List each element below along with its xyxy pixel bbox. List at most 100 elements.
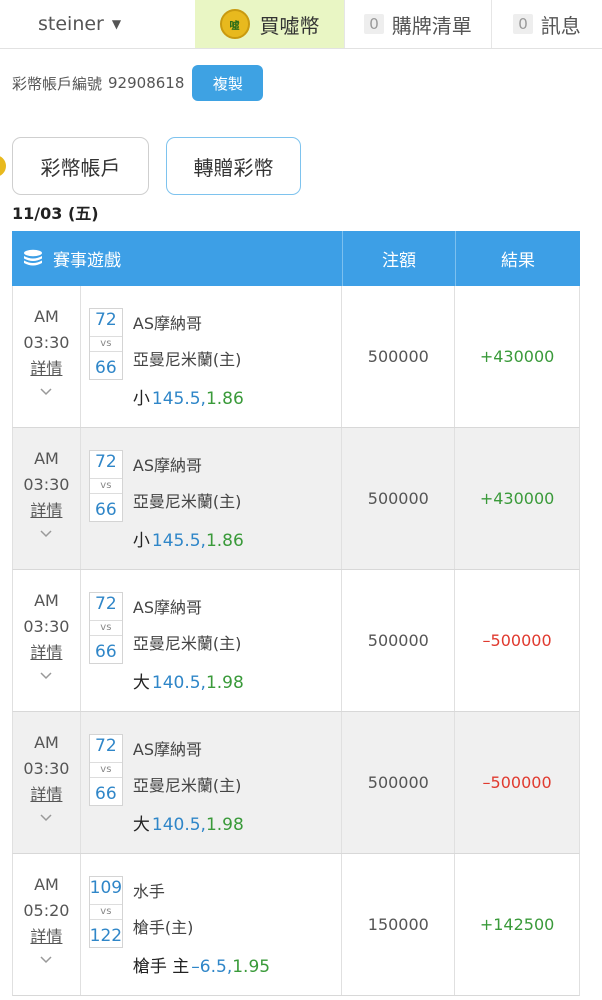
- time-ampm: AM: [34, 307, 59, 326]
- bet-selection: 大 140.5,1.98: [133, 668, 244, 693]
- cart-tab[interactable]: 0 購牌清單: [344, 0, 491, 48]
- copy-button[interactable]: 複製: [192, 65, 264, 101]
- messages-tab[interactable]: 0 訊息: [491, 0, 602, 48]
- match-cell: 72 vs 66 AS摩納哥亞曼尼米蘭(主) 小 145.5,1.86: [81, 286, 342, 427]
- detail-link[interactable]: 詳情: [30, 640, 62, 666]
- result-cell: –500000: [454, 570, 579, 711]
- table-row: AM 03:30 詳情 72 vs 66 AS摩納哥 亞曼尼米蘭(主) 大 140.5,1.98 5…: [12, 570, 580, 712]
- team-away: AS摩納哥: [132, 314, 202, 333]
- time-ampm: AM: [34, 591, 59, 610]
- team-home: 亞曼尼米蘭(主): [132, 776, 242, 795]
- time-value: 03:30: [23, 333, 70, 352]
- score-box: 72 vs 66: [88, 734, 123, 806]
- team-home: 亞曼尼米蘭(主): [132, 492, 242, 511]
- chevron-down-icon[interactable]: [40, 386, 52, 398]
- user-menu[interactable]: steiner ▼: [0, 0, 195, 48]
- team-home: 亞曼尼米蘭(主): [132, 350, 242, 369]
- result-cell: –500000: [454, 712, 579, 853]
- table-row: AM 03:30 詳情 72 vs 66 AS摩納哥亞曼尼米蘭(主) 小 145.5,1.86 5…: [12, 286, 580, 428]
- bet-pick: 小: [132, 389, 150, 409]
- account-number-label: 彩幣帳戶編號: [12, 74, 103, 93]
- score-box: 72 vs 66: [88, 308, 123, 380]
- detail-link[interactable]: 詳情: [30, 924, 62, 950]
- chevron-down-icon[interactable]: [40, 670, 52, 682]
- score-home: 66: [95, 358, 117, 378]
- time-cell: AM 03:30 詳情: [13, 286, 81, 427]
- stake-cell: 500000: [341, 570, 454, 711]
- bet-selection: 大 140.5,1.98: [133, 810, 244, 835]
- team-away: AS摩納哥: [132, 456, 202, 475]
- match-cell: 72 vs 66 AS摩納哥 亞曼尼米蘭(主) 大 140.5,1.98: [81, 712, 342, 853]
- team-away: 水手: [132, 882, 165, 901]
- time-ampm: AM: [34, 449, 59, 468]
- match-cell: 72 vs 66 AS摩納哥 亞曼尼米蘭(主) 小 145.5,1.86: [81, 428, 342, 569]
- chevron-down-icon[interactable]: [40, 812, 52, 824]
- buy-coins-label: 買噓幣: [259, 13, 320, 38]
- match-cell: 72 vs 66 AS摩納哥 亞曼尼米蘭(主) 大 140.5,1.98: [81, 570, 342, 711]
- team-away: AS摩納哥: [132, 598, 202, 617]
- bet-line: 140.5,: [151, 673, 206, 693]
- time-value: 05:20: [23, 901, 70, 920]
- vs-label: vs: [89, 336, 122, 352]
- bet-pick: 槍手 主: [132, 957, 190, 977]
- score-away: 72: [95, 736, 117, 756]
- coin-account-button[interactable]: 彩幣帳戶: [12, 137, 149, 195]
- bet-pick: 大: [132, 815, 150, 835]
- date-heading: 11/03 (五): [12, 204, 99, 223]
- bet-line: 145.5,: [151, 531, 206, 551]
- caret-down-icon: ▼: [111, 17, 122, 31]
- buy-coins-tab[interactable]: 噓 買噓幣: [195, 0, 344, 48]
- detail-link[interactable]: 詳情: [30, 498, 62, 524]
- coin-decoration-icon: [0, 155, 6, 177]
- top-nav: steiner ▼ 噓 買噓幣 0 購牌清單 0 訊息: [0, 0, 602, 49]
- match-cell: 109 vs 122 水手槍手(主) 槍手 主 –6.5,1.95: [81, 854, 342, 995]
- account-number: 92908618: [108, 74, 185, 92]
- stake-cell: 500000: [341, 712, 454, 853]
- chevron-down-icon[interactable]: [40, 528, 52, 540]
- team-home: 亞曼尼米蘭(主): [132, 634, 242, 653]
- messages-count-badge: 0: [513, 14, 533, 34]
- time-cell: AM 05:20 詳情: [13, 854, 81, 995]
- table-header: 賽事遊戲 注額 結果: [12, 231, 580, 286]
- team-home: 槍手(主): [132, 918, 194, 937]
- bet-odds: 1.98: [205, 673, 244, 693]
- time-cell: AM 03:30 詳情: [13, 570, 81, 711]
- table-row: AM 03:30 詳情 72 vs 66 AS摩納哥 亞曼尼米蘭(主) 小 145.5,1.86 5…: [12, 428, 580, 570]
- bet-pick: 大: [132, 673, 150, 693]
- time-ampm: AM: [34, 875, 59, 894]
- table-body: AM 03:30 詳情 72 vs 66 AS摩納哥 亞曼尼米蘭(主) 小 145.5,1.86 5…: [12, 286, 580, 996]
- table-row: AM 03:30 詳情 72 vs 66 AS摩納哥 亞曼尼米蘭(主) 大 140.5,1.98 5…: [12, 712, 580, 854]
- score-box: 109 vs 122: [88, 876, 123, 948]
- header-stake: 注額: [342, 231, 455, 286]
- stake-cell: 500000: [341, 286, 454, 427]
- chevron-down-icon[interactable]: [40, 954, 52, 966]
- table-row: AM 05:20 詳情 109 vs 122 水手槍手(主) 槍手 主 –6.5,1.95 150…: [12, 854, 580, 996]
- time-cell: AM 03:30 詳情: [13, 712, 81, 853]
- bet-line: 145.5,: [151, 389, 206, 409]
- time-value: 03:30: [23, 475, 70, 494]
- result-cell: +430000: [454, 286, 579, 427]
- username: steiner: [38, 13, 104, 35]
- bet-selection: 小 145.5,1.86: [133, 526, 244, 551]
- detail-link[interactable]: 詳情: [30, 782, 62, 808]
- score-home: 66: [95, 784, 117, 804]
- gift-coins-button[interactable]: 轉贈彩幣: [166, 137, 301, 195]
- messages-label: 訊息: [540, 13, 581, 38]
- bet-odds: 1.86: [205, 389, 244, 409]
- detail-link[interactable]: 詳情: [30, 356, 62, 382]
- bet-odds: 1.98: [205, 815, 244, 835]
- time-cell: AM 03:30 詳情: [13, 428, 81, 569]
- stake-cell: 150000: [341, 854, 454, 995]
- score-home: 66: [95, 500, 117, 520]
- bet-pick: 小: [132, 531, 150, 551]
- time-value: 03:30: [23, 759, 70, 778]
- account-number-row: 彩幣帳戶編號 92908618 複製: [12, 65, 264, 101]
- cart-label: 購牌清單: [391, 13, 472, 38]
- bet-line: –6.5,: [191, 957, 233, 977]
- score-home: 122: [89, 926, 123, 946]
- bets-table: 賽事遊戲 注額 結果 AM 03:30 詳情 72 vs 66 AS摩納哥 亞曼尼米蘭(主) 小…: [12, 231, 580, 996]
- bet-odds: 1.86: [205, 531, 244, 551]
- score-away: 72: [95, 310, 117, 330]
- time-ampm: AM: [34, 733, 59, 752]
- bet-odds: 1.95: [232, 957, 271, 977]
